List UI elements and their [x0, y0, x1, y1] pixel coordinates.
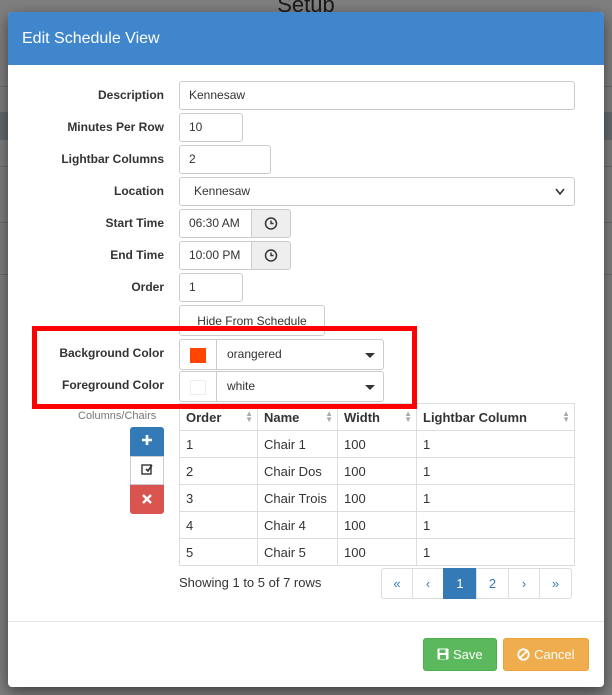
cell-lightbar-column: 1	[416, 484, 575, 512]
lightbar-columns-label: Lightbar Columns	[61, 152, 164, 166]
end-time-label: End Time	[110, 248, 164, 262]
table-row[interactable]: 3 Chair Trois 100 1	[179, 484, 575, 512]
chevron-down-icon	[554, 178, 566, 205]
location-label: Location	[114, 184, 164, 198]
sort-icon: ▲ ▼	[404, 409, 412, 424]
cell-name: Chair Dos	[257, 457, 338, 485]
location-value: Kennesaw	[194, 184, 251, 198]
cell-width: 100	[337, 430, 417, 458]
minutes-per-row-input[interactable]: 10	[179, 113, 243, 142]
prev-page-button[interactable]: ‹	[412, 568, 444, 599]
cell-order: 2	[179, 457, 258, 485]
table-row[interactable]: 2 Chair Dos 100 1	[179, 457, 575, 485]
delete-column-button[interactable]	[130, 485, 164, 514]
table-row[interactable]: 5 Chair 5 100 1	[179, 538, 575, 566]
cancel-button[interactable]: Cancel	[503, 638, 589, 671]
modal-title: Edit Schedule View	[22, 30, 160, 47]
clock-icon	[264, 217, 278, 240]
save-icon	[437, 647, 453, 662]
plus-icon	[141, 433, 153, 449]
location-select[interactable]: Kennesaw	[179, 177, 575, 206]
pagination-summary: Showing 1 to 5 of 7 rows	[179, 575, 322, 590]
cell-width: 100	[337, 484, 417, 512]
cell-name: Chair Trois	[257, 484, 338, 512]
description-input[interactable]: Kennesaw	[179, 81, 575, 110]
order-label: Order	[131, 280, 164, 294]
first-page-button[interactable]: «	[381, 568, 413, 599]
sort-icon: ▲ ▼	[562, 409, 570, 424]
cell-order: 4	[179, 511, 258, 539]
clock-icon	[264, 249, 278, 272]
cell-lightbar-column: 1	[416, 511, 575, 539]
columns-table: Order ▲ ▼ Name ▲ ▼ Width ▲ ▼ Lightbar Column ▲ ▼…	[179, 403, 575, 566]
edit-column-button[interactable]	[130, 456, 164, 485]
add-column-button[interactable]	[130, 427, 164, 456]
columns-chairs-label: Columns/Chairs	[78, 410, 157, 422]
table-row[interactable]: 4 Chair 4 100 1	[179, 511, 575, 539]
save-label: Save	[452, 647, 483, 662]
edit-icon	[141, 464, 153, 478]
minutes-per-row-label: Minutes Per Row	[67, 120, 164, 134]
description-label: Description	[97, 88, 164, 102]
modal-footer-divider	[8, 621, 604, 622]
sort-icon: ▲ ▼	[245, 409, 253, 424]
cancel-icon	[517, 647, 534, 662]
cell-lightbar-column: 1	[416, 457, 575, 485]
delete-icon	[142, 491, 152, 507]
color-fields-highlight	[32, 326, 417, 409]
last-page-button[interactable]: »	[539, 568, 572, 599]
cell-width: 100	[337, 457, 417, 485]
cell-name: Chair 5	[257, 538, 338, 566]
page-1-button[interactable]: 1	[443, 568, 477, 599]
table-row[interactable]: 1 Chair 1 100 1	[179, 430, 575, 458]
cell-width: 100	[337, 538, 417, 566]
cell-order: 1	[179, 430, 258, 458]
sort-icon: ▲ ▼	[325, 409, 333, 424]
cell-order: 3	[179, 484, 258, 512]
pagination: « ‹ 1 2 › »	[381, 568, 572, 599]
cell-lightbar-column: 1	[416, 538, 575, 566]
cancel-label: Cancel	[534, 647, 575, 662]
order-input[interactable]: 1	[179, 273, 243, 302]
cell-lightbar-column: 1	[416, 430, 575, 458]
lightbar-columns-input[interactable]: 2	[179, 145, 271, 174]
cell-name: Chair 1	[257, 430, 338, 458]
next-page-button[interactable]: ›	[508, 568, 540, 599]
end-time-input[interactable]: 10:00 PM	[179, 241, 252, 270]
save-button[interactable]: Save	[423, 638, 497, 671]
start-time-picker-button[interactable]	[251, 209, 291, 238]
edit-schedule-modal: Edit Schedule View Description Kennesaw …	[8, 12, 604, 687]
start-time-label: Start Time	[105, 216, 164, 230]
modal-header: Edit Schedule View	[8, 12, 604, 65]
end-time-picker-button[interactable]	[251, 241, 291, 270]
page-2-button[interactable]: 2	[476, 568, 509, 599]
start-time-input[interactable]: 06:30 AM	[179, 209, 252, 238]
cell-name: Chair 4	[257, 511, 338, 539]
cell-order: 5	[179, 538, 258, 566]
column-header-lightbar-column[interactable]: Lightbar Column ▲ ▼	[416, 403, 575, 431]
cell-width: 100	[337, 511, 417, 539]
